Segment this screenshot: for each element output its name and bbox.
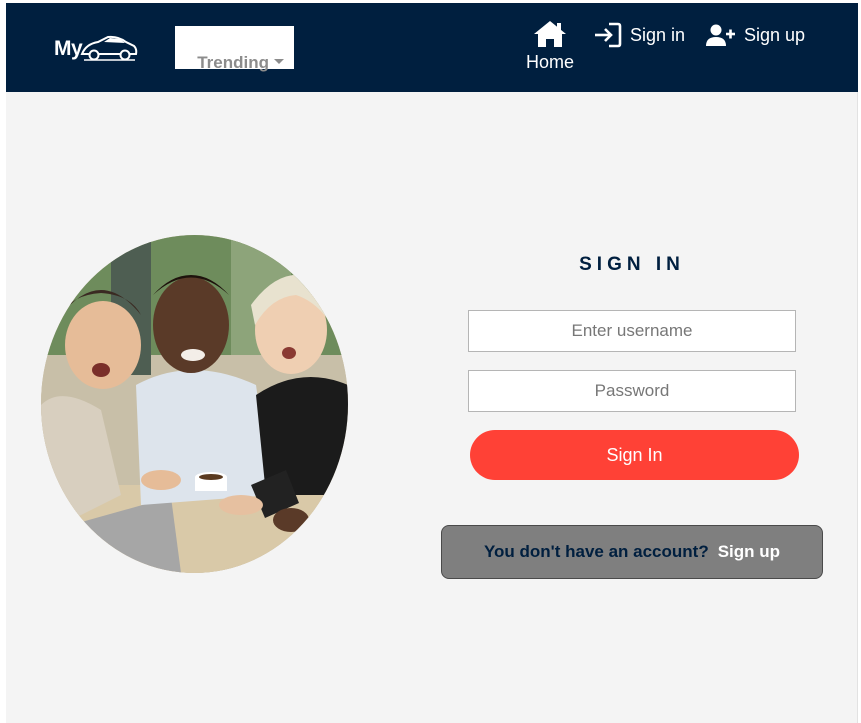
sign-in-title: SIGN IN	[579, 254, 685, 275]
page: My Trending Home Sign in Sign up SIGN IN…	[6, 3, 858, 723]
nav-sign-in[interactable]: Sign in	[594, 21, 685, 49]
logo-text: My	[54, 37, 83, 60]
sign-in-button[interactable]: Sign In	[470, 430, 799, 480]
no-account-text: You don't have an account?	[483, 542, 709, 561]
trending-dropdown[interactable]: Trending	[175, 26, 294, 72]
nav-home[interactable]: Home	[521, 20, 579, 76]
caret-down-icon	[274, 59, 284, 64]
sign-in-icon	[595, 22, 622, 48]
people-phone-photo	[41, 235, 348, 573]
password-field[interactable]	[468, 370, 796, 412]
username-field[interactable]	[468, 310, 796, 352]
signup-prompt-box: You don't have an account? Sign up	[441, 525, 823, 579]
browser-viewport: My Trending Home Sign in Sign up SIGN IN…	[0, 0, 861, 723]
brand-logo[interactable]: My	[54, 31, 150, 67]
sign-up-link[interactable]: Sign up	[718, 542, 780, 562]
user-plus-icon	[706, 24, 735, 46]
home-icon	[534, 21, 566, 47]
nav-sign-in-label: Sign in	[630, 24, 686, 45]
navbar: My Trending Home Sign in Sign up	[6, 3, 858, 92]
trending-label: Trending	[197, 53, 269, 72]
nav-home-label: Home	[525, 52, 574, 72]
car-logo-icon	[80, 35, 138, 61]
nav-sign-up-label: Sign up	[744, 24, 806, 45]
nav-sign-up[interactable]: Sign up	[706, 21, 805, 49]
